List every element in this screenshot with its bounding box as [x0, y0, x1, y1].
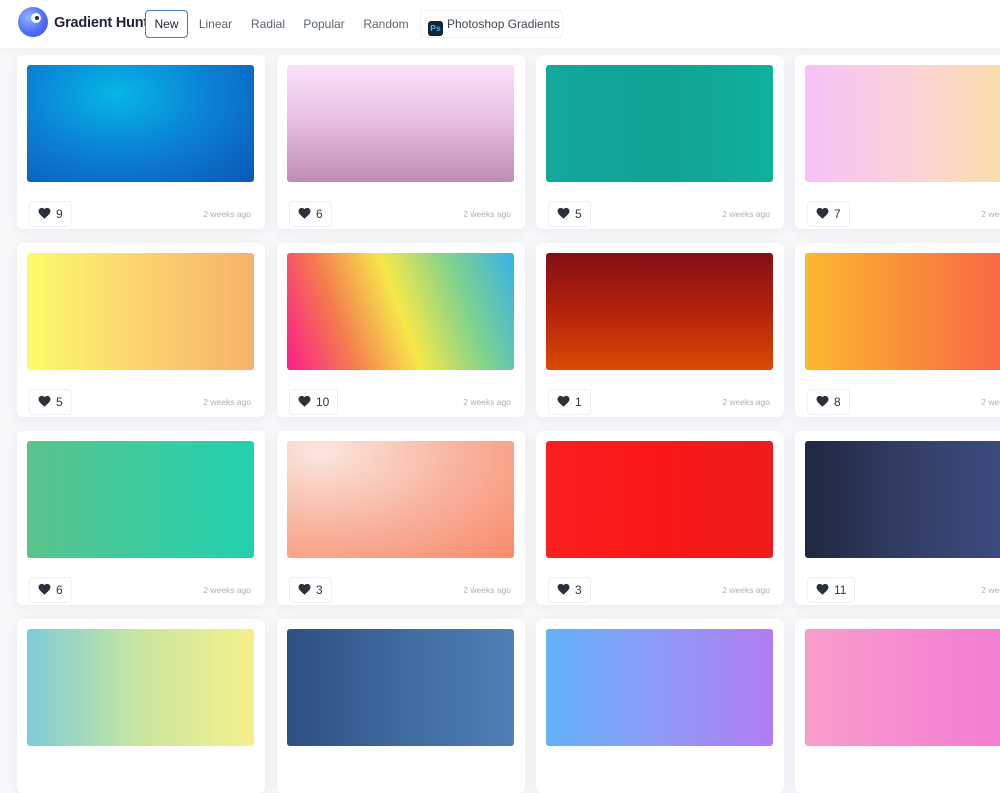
- brand-name[interactable]: Gradient Hunt: [54, 15, 148, 31]
- heart-icon: [557, 203, 570, 219]
- heart-icon: [38, 579, 51, 595]
- posted-time: 2 weeks ago: [722, 585, 770, 595]
- heart-icon: [816, 391, 829, 407]
- like-count: 5: [575, 207, 582, 221]
- gradient-card[interactable]: [277, 619, 525, 793]
- like-count: 7: [834, 207, 841, 221]
- posted-time: 2 weeks ago: [463, 397, 511, 407]
- heart-icon: [557, 579, 570, 595]
- posted-time: 2 weeks ago: [722, 209, 770, 219]
- gradient-swatch[interactable]: [805, 65, 1000, 182]
- gradient-swatch[interactable]: [287, 441, 514, 558]
- heart-icon: [557, 391, 570, 407]
- heart-icon: [816, 579, 829, 595]
- gradient-card[interactable]: 6 2 weeks ago: [17, 431, 265, 605]
- posted-time: 2 weeks ago: [463, 585, 511, 595]
- gradient-swatch[interactable]: [27, 441, 254, 558]
- like-button[interactable]: 5: [29, 389, 72, 415]
- gradient-swatch[interactable]: [546, 65, 773, 182]
- gradient-swatch[interactable]: [27, 253, 254, 370]
- gradient-card[interactable]: 1 2 weeks ago: [536, 243, 784, 417]
- gradient-swatch[interactable]: [287, 253, 514, 370]
- gradient-card[interactable]: [17, 619, 265, 793]
- posted-time: 2 weeks ago: [981, 209, 1000, 219]
- gradient-card[interactable]: 3 2 weeks ago: [277, 431, 525, 605]
- heart-icon: [38, 203, 51, 219]
- tab-radial[interactable]: Radial: [245, 10, 291, 38]
- like-button[interactable]: 3: [289, 577, 332, 603]
- gradient-card[interactable]: 3 2 weeks ago: [536, 431, 784, 605]
- like-button[interactable]: 11: [807, 577, 856, 603]
- like-count: 3: [316, 583, 323, 597]
- gradient-swatch[interactable]: [546, 441, 773, 558]
- like-button[interactable]: 8: [807, 389, 850, 415]
- gradient-swatch[interactable]: [546, 629, 773, 746]
- posted-time: 2 weeks ago: [203, 397, 251, 407]
- like-count: 8: [834, 395, 841, 409]
- posted-time: 2 weeks ago: [203, 209, 251, 219]
- like-button[interactable]: 6: [289, 201, 332, 227]
- like-count: 1: [575, 395, 582, 409]
- like-count: 5: [56, 395, 63, 409]
- gradient-card[interactable]: 6 2 weeks ago: [277, 55, 525, 229]
- gradient-swatch[interactable]: [805, 253, 1000, 370]
- like-button[interactable]: 9: [29, 201, 72, 227]
- posted-time: 2 weeks ago: [981, 397, 1000, 407]
- gradient-card[interactable]: 8 2 weeks ago: [795, 243, 1000, 417]
- gradient-card[interactable]: 5 2 weeks ago: [17, 243, 265, 417]
- heart-icon: [298, 579, 311, 595]
- gradient-swatch[interactable]: [287, 629, 514, 746]
- top-navigation-bar: Gradient Hunt New Linear Radial Popular …: [0, 0, 1000, 48]
- tab-new[interactable]: New: [145, 10, 188, 38]
- gradient-card[interactable]: 5 2 weeks ago: [536, 55, 784, 229]
- gradient-card[interactable]: [795, 619, 1000, 793]
- gradient-swatch[interactable]: [546, 253, 773, 370]
- tab-random[interactable]: Random: [356, 10, 416, 38]
- like-count: 3: [575, 583, 582, 597]
- photoshop-icon: Ps: [428, 21, 443, 36]
- tab-photoshop-gradients[interactable]: Ps Photoshop Gradients: [420, 10, 563, 38]
- gradient-swatch[interactable]: [805, 629, 1000, 746]
- like-count: 6: [56, 583, 63, 597]
- gradient-swatch[interactable]: [27, 65, 254, 182]
- posted-time: 2 weeks ago: [981, 585, 1000, 595]
- posted-time: 2 weeks ago: [722, 397, 770, 407]
- gradient-card[interactable]: 10 2 weeks ago: [277, 243, 525, 417]
- like-button[interactable]: 1: [548, 389, 591, 415]
- like-button[interactable]: 6: [29, 577, 72, 603]
- heart-icon: [298, 203, 311, 219]
- gradient-card[interactable]: 7 2 weeks ago: [795, 55, 1000, 229]
- like-count: 9: [56, 207, 63, 221]
- heart-icon: [816, 203, 829, 219]
- gradient-hunt-logo-icon[interactable]: [18, 7, 48, 37]
- gradient-swatch[interactable]: [805, 441, 1000, 558]
- gradient-swatch[interactable]: [287, 65, 514, 182]
- gradient-card[interactable]: [536, 619, 784, 793]
- tab-photoshop-gradients-label: Photoshop Gradients: [447, 17, 560, 31]
- heart-icon: [38, 391, 51, 407]
- heart-icon: [298, 391, 311, 407]
- like-count: 6: [316, 207, 323, 221]
- like-button[interactable]: 7: [807, 201, 850, 227]
- posted-time: 2 weeks ago: [463, 209, 511, 219]
- like-button[interactable]: 5: [548, 201, 591, 227]
- gradient-card[interactable]: 11 2 weeks ago: [795, 431, 1000, 605]
- like-button[interactable]: 10: [289, 389, 339, 415]
- like-count: 10: [316, 395, 330, 409]
- like-count: 11: [834, 583, 847, 597]
- tab-popular[interactable]: Popular: [297, 10, 351, 38]
- gradient-swatch[interactable]: [27, 629, 254, 746]
- posted-time: 2 weeks ago: [203, 585, 251, 595]
- like-button[interactable]: 3: [548, 577, 591, 603]
- tab-linear[interactable]: Linear: [190, 10, 241, 38]
- gradient-card[interactable]: 9 2 weeks ago: [17, 55, 265, 229]
